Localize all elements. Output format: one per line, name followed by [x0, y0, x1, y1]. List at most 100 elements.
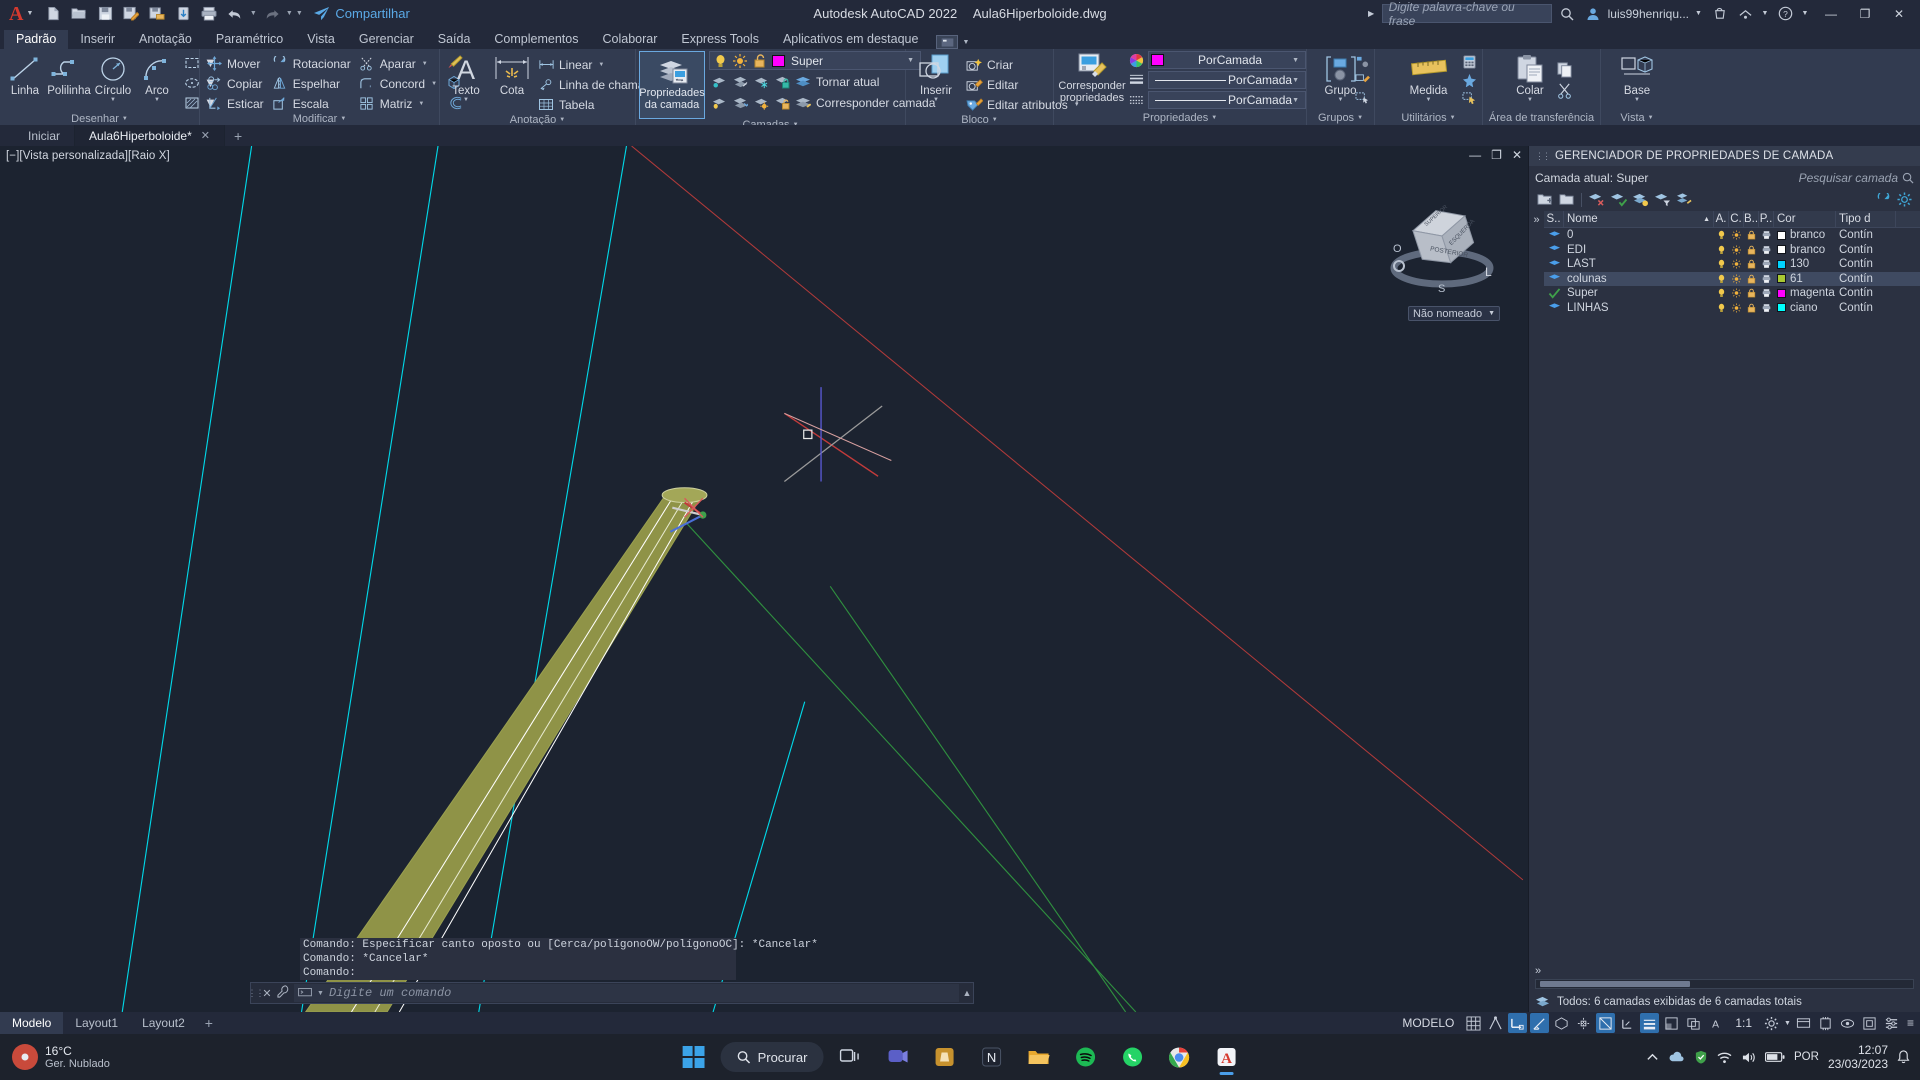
new-layer-vp-frozen-icon[interactable] [1557, 191, 1576, 209]
modify-fillet-button[interactable]: Concord ▼ [356, 74, 442, 93]
layer-linetype-cell[interactable]: Contín [1836, 243, 1896, 258]
ribbon-display-options-icon[interactable] [936, 35, 959, 49]
array-chevron-icon[interactable]: ▼ [418, 101, 424, 107]
ribbon-tab-express-tools[interactable]: Express Tools [669, 30, 771, 49]
insert-block-button[interactable]: Inserir ▼ [909, 53, 963, 104]
layer-plot-toggle-icon[interactable] [1759, 243, 1774, 258]
make-current-button[interactable]: Tornar atual [814, 72, 884, 91]
delete-layer-icon[interactable] [1587, 191, 1606, 209]
volume-icon[interactable] [1741, 1051, 1756, 1064]
layer-name-cell[interactable]: EDI [1564, 243, 1714, 258]
save-as-icon[interactable] [119, 3, 143, 25]
command-history-chevron-icon[interactable]: ▼ [317, 990, 324, 997]
lightbulb-icon[interactable] [712, 52, 728, 69]
viewport-label[interactable]: [−][Vista personalizada][Raio X] [6, 150, 170, 162]
ungroup-icon[interactable] [1353, 53, 1372, 70]
layer-color-cell[interactable]: branco [1774, 228, 1836, 243]
view-cube[interactable]: O L S POSTERIOR ESQUERDA SUPERIOR [1382, 196, 1502, 306]
ribbon-tab-parametrico[interactable]: Paramétrico [204, 30, 295, 49]
object-color-chevron-icon[interactable]: ▼ [1292, 57, 1303, 64]
dynamic-ucs-icon[interactable] [1618, 1013, 1637, 1033]
layer-name-cell[interactable]: LINHAS [1564, 301, 1714, 316]
layer-color-cell[interactable]: 130 [1774, 257, 1836, 272]
column-header-lock[interactable]: B.. [1744, 211, 1759, 227]
set-current-layer-icon[interactable] [1609, 191, 1628, 209]
layer-freeze-toggle-icon[interactable] [1729, 257, 1744, 272]
measure-button[interactable]: Medida ▼ [1405, 53, 1453, 104]
polar-tracking-icon[interactable] [1530, 1013, 1550, 1033]
layer-freeze-toggle-icon[interactable] [1729, 301, 1744, 316]
column-header-status[interactable]: S.. [1544, 211, 1564, 227]
open-cloud-icon[interactable] [171, 3, 195, 25]
command-drag-handle[interactable]: ⋮⋮ [248, 988, 265, 999]
security-icon[interactable] [1694, 1050, 1708, 1064]
insert-block-chevron-icon[interactable]: ▼ [933, 97, 939, 103]
settings-chevron-icon[interactable]: ▼ [1784, 1020, 1791, 1027]
transparency-icon[interactable] [1662, 1013, 1681, 1033]
layer-lock-toggle-icon[interactable] [1744, 257, 1759, 272]
paste-button[interactable]: Colar ▼ [1508, 53, 1552, 104]
wifi-icon[interactable] [1717, 1051, 1732, 1064]
stay-connected-icon[interactable] [1734, 3, 1756, 25]
workspace-switch-icon[interactable] [1794, 1013, 1813, 1033]
copy-clip-icon[interactable] [1554, 59, 1575, 79]
ortho-mode-icon[interactable] [1508, 1013, 1528, 1033]
modify-array-button[interactable]: Matriz ▼ [356, 94, 442, 113]
layer-freeze-toggle-icon[interactable] [1729, 286, 1744, 301]
modify-rotate-button[interactable]: Rotacionar [269, 54, 356, 73]
new-layout-button[interactable]: + [197, 1015, 221, 1031]
layer-plot-toggle-icon[interactable] [1759, 257, 1774, 272]
task-view-icon[interactable] [830, 1037, 870, 1077]
layer-lock-toggle-icon[interactable] [1744, 228, 1759, 243]
battery-icon[interactable] [1765, 1051, 1785, 1063]
share-button[interactable]: Compartilhar [313, 6, 410, 21]
ribbon-tab-complementos[interactable]: Complementos [482, 30, 590, 49]
layer-lock-toggle-icon[interactable] [1744, 243, 1759, 258]
drawing-canvas[interactable]: [−][Vista personalizada][Raio X] — ❐ ✕ O… [0, 146, 1528, 1012]
measure-chevron-icon[interactable]: ▼ [1426, 97, 1432, 103]
layout-tab-layout1[interactable]: Layout1 [63, 1012, 130, 1034]
layer-color-cell[interactable]: magenta [1774, 286, 1836, 301]
app-menu-chevron-icon[interactable]: ▼ [26, 10, 41, 17]
modify-stretch-button[interactable]: Esticar [203, 94, 269, 113]
object-color-combo[interactable]: PorCamada ▼ [1148, 51, 1306, 69]
column-header-on[interactable]: A. [1714, 211, 1729, 227]
teams-icon[interactable] [877, 1037, 917, 1077]
layer-search-input[interactable]: Pesquisar camada [1799, 171, 1914, 185]
draw-arc-button[interactable]: Arco ▼ [135, 53, 179, 104]
expand-panel-chevron-icon[interactable]: » [1535, 965, 1541, 977]
layout-tab-modelo[interactable]: Modelo [0, 1012, 64, 1034]
layer-lock-icon[interactable] [772, 73, 791, 91]
layer-on-icon[interactable] [730, 94, 749, 112]
layer-plot-toggle-icon[interactable] [1759, 272, 1774, 287]
redo-icon[interactable] [259, 3, 283, 25]
fillet-chevron-icon[interactable]: ▼ [431, 81, 437, 87]
layer-linetype-cell[interactable]: Contín [1836, 257, 1896, 272]
open-file-icon[interactable] [67, 3, 91, 25]
draw-polyline-button[interactable]: Polilinha [47, 53, 91, 98]
spotify-icon[interactable] [1065, 1037, 1105, 1077]
unlock-icon[interactable] [752, 52, 768, 69]
linear-chevron-icon[interactable]: ▼ [598, 62, 604, 68]
ribbon-tab-inserir[interactable]: Inserir [68, 30, 127, 49]
layer-table-horizontal-scrollbar[interactable] [1535, 979, 1914, 989]
match-properties-button[interactable]: Corresponder propriedades [1057, 51, 1127, 105]
annotation-scale-icon[interactable]: A [1706, 1013, 1725, 1033]
drawing-tab-aula6hiperboloide[interactable]: Aula6Hiperboloide* ✕ [75, 125, 225, 146]
draw-arc-chevron-icon[interactable]: ▼ [154, 97, 160, 103]
start-button-icon[interactable] [674, 1037, 714, 1077]
osnap-icon[interactable] [1596, 1013, 1616, 1033]
layer-on-toggle-icon[interactable] [1714, 301, 1729, 316]
autocad-app-menu-icon[interactable]: A [0, 4, 26, 24]
ribbon-tab-gerenciar[interactable]: Gerenciar [347, 30, 426, 49]
customization-icon[interactable] [1882, 1013, 1901, 1033]
qat-customize-icon[interactable]: ▼ [295, 10, 303, 17]
object-linetype-combo[interactable]: PorCamada ▼ [1148, 71, 1306, 89]
redo-dropdown-icon[interactable]: ▼ [285, 10, 293, 17]
layer-isolate-icon[interactable] [709, 73, 728, 91]
base-view-chevron-icon[interactable]: ▼ [1634, 97, 1640, 103]
layer-plot-toggle-icon[interactable] [1759, 228, 1774, 243]
annotation-scale-value[interactable]: 1:1 [1728, 1016, 1759, 1030]
viewport-minimize-button[interactable]: — [1469, 149, 1481, 161]
expand-filter-tree-chevron-icon[interactable]: » [1533, 214, 1539, 963]
